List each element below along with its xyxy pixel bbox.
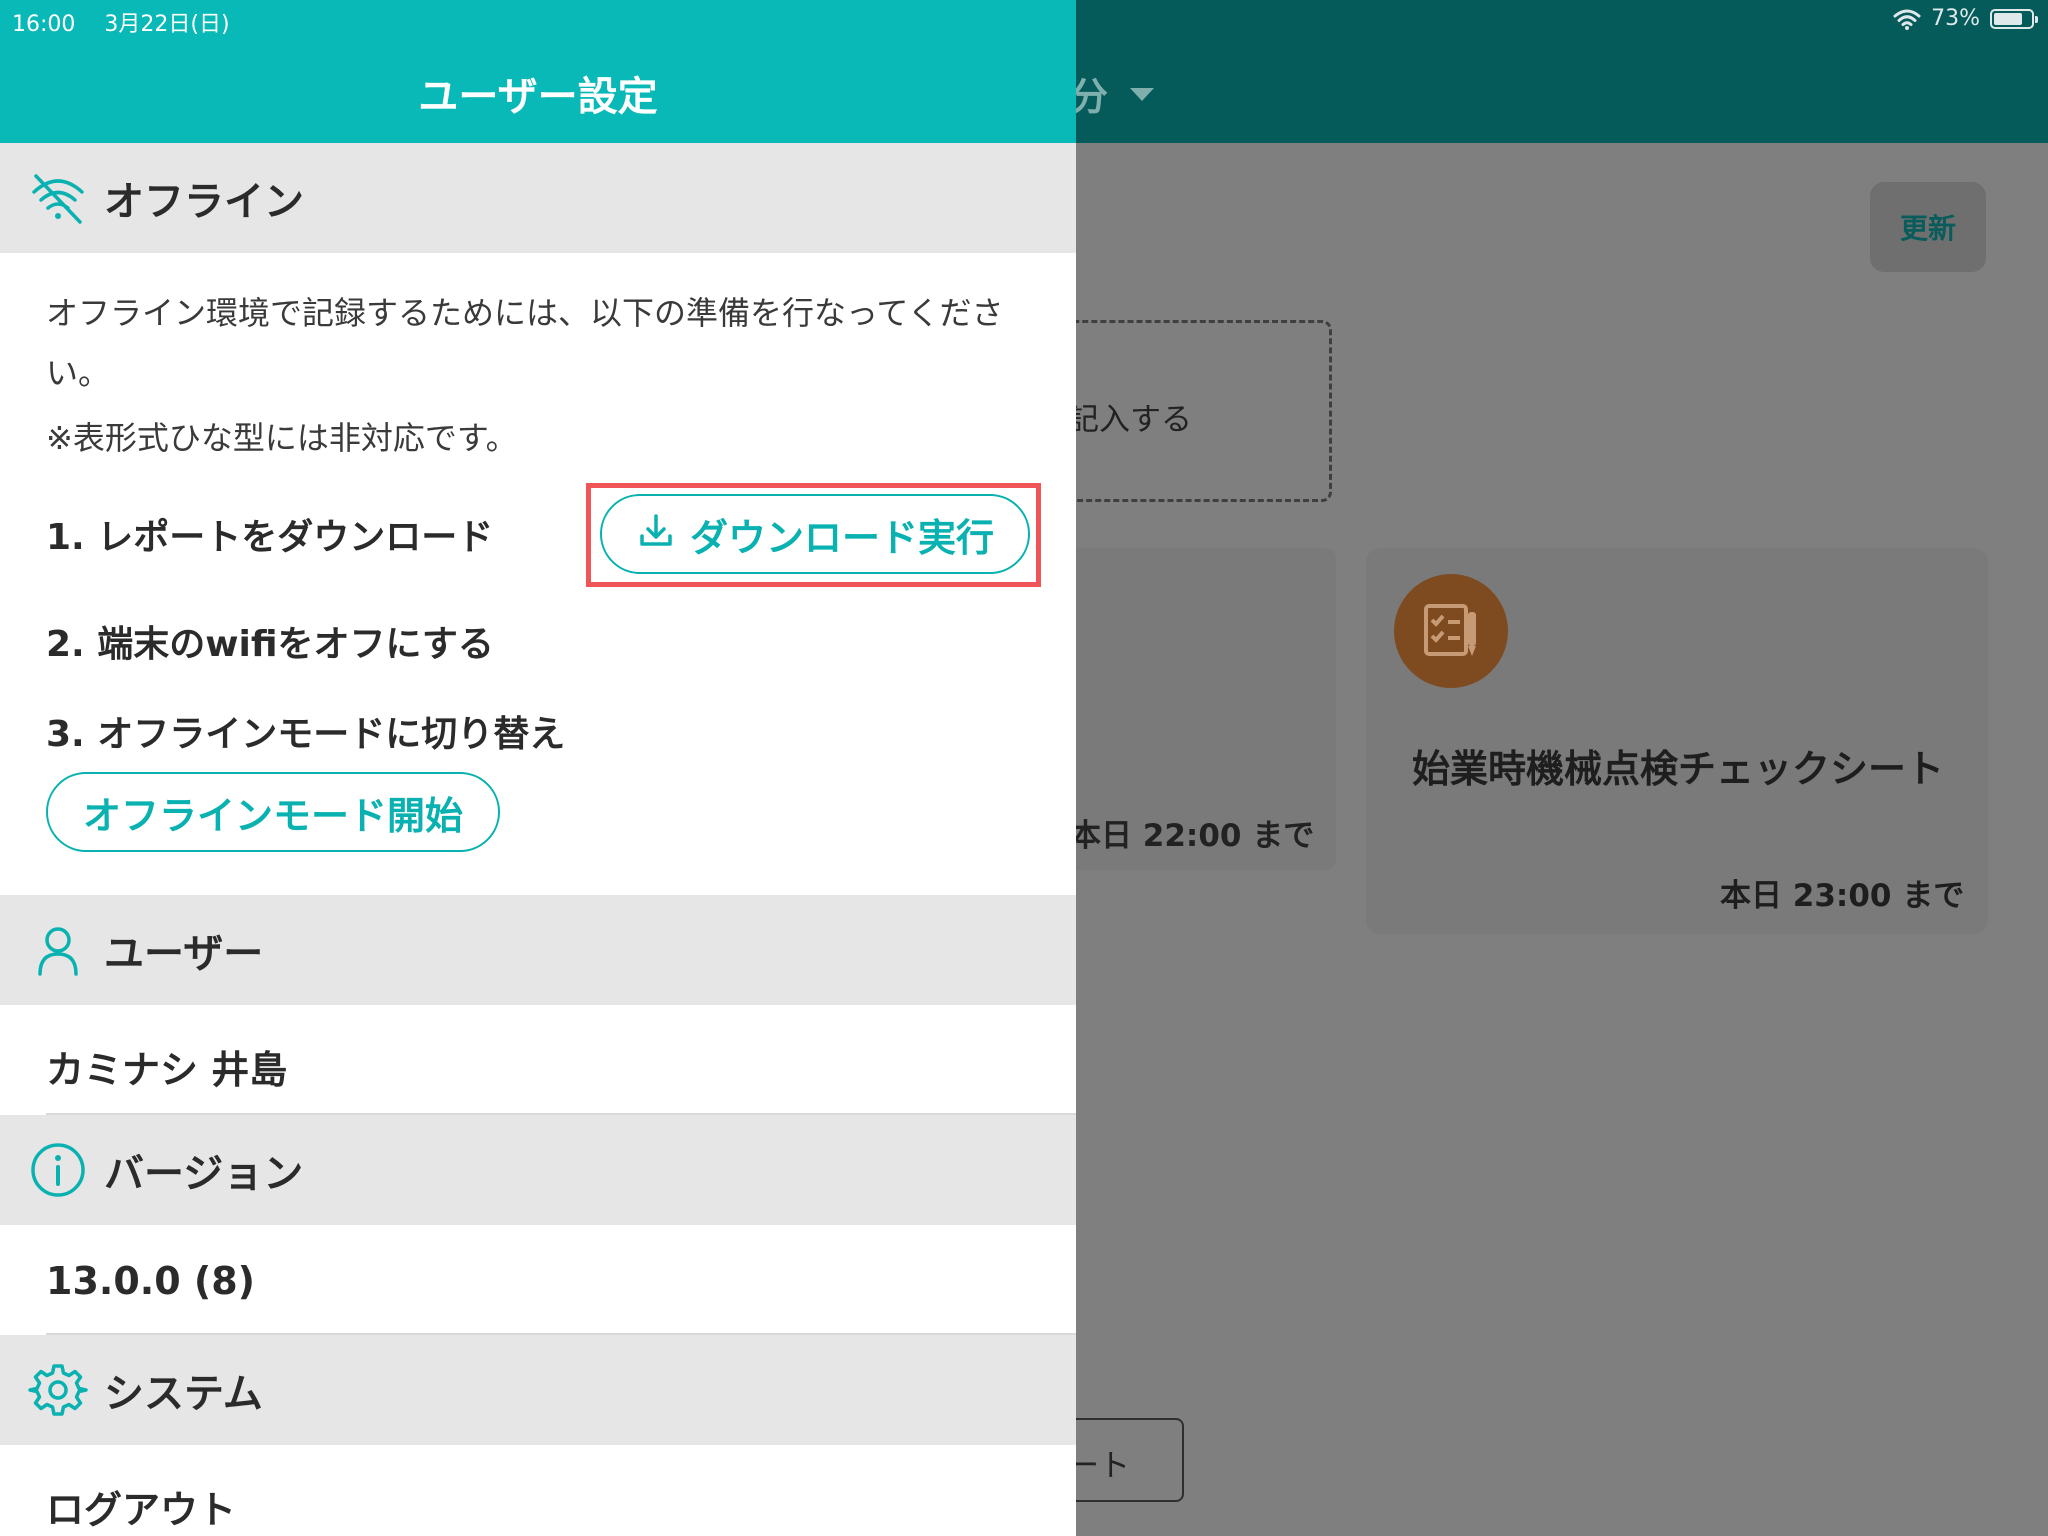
download-button-label: ダウンロード実行 (689, 515, 994, 560)
report-card-deadline: 本日 23:00 まで (1720, 878, 1965, 914)
add-report-label: 記入する (1068, 402, 1192, 438)
step-switch-offline-mode: 3. オフラインモードに切り替え (46, 714, 566, 755)
section-version: バージョン (0, 1115, 1076, 1225)
offline-note: ※表形式ひな型には非対応です。 (46, 419, 518, 457)
step-turn-off-wifi: 2. 端末のwifiをオフにする (46, 624, 494, 665)
status-date: 3月22日(日) (104, 12, 230, 37)
version-row: 13.0.0 (8) (0, 1225, 1076, 1335)
report-card-deadline: 本日 22:00 まで (1070, 818, 1315, 854)
section-title: オフライン (104, 179, 304, 225)
user-name: カミナシ 井島 (46, 1048, 288, 1092)
section-title: バージョン (104, 1151, 304, 1197)
wifi-icon (1893, 8, 1921, 30)
drawer-header: 16:00 3月22日(日) ユーザー設定 (0, 0, 1076, 143)
version-value: 13.0.0 (8) (46, 1259, 256, 1303)
update-button[interactable]: 更新 (1870, 182, 1986, 272)
status-bar-right: 73% (1893, 6, 2038, 31)
download-icon (636, 510, 676, 559)
info-icon (28, 1140, 88, 1200)
step-download-report: 1. レポートをダウンロード (46, 517, 494, 558)
status-time: 16:00 (12, 12, 76, 37)
logout-label: ログアウト (46, 1488, 237, 1532)
section-user: ユーザー (0, 895, 1076, 1005)
chevron-down-icon (1130, 88, 1154, 101)
report-list-button-label: ート (1068, 1448, 1130, 1484)
offline-mode-start-button[interactable]: オフラインモード開始 (46, 772, 500, 852)
offline-description: オフライン環境で記録するためには、以下の準備を行なってください。 (46, 294, 1004, 392)
gear-icon (28, 1360, 88, 1420)
download-button[interactable]: ダウンロード実行 (600, 494, 1030, 574)
screen: 分 73% 更新 記入する 本日 22:00 まで 始業時機械点検チェックシート… (0, 0, 2048, 1536)
page-title: ユーザー設定 (418, 74, 658, 120)
section-title: システム (104, 1371, 263, 1417)
user-icon (28, 920, 88, 980)
user-settings-drawer: 16:00 3月22日(日) ユーザー設定 オフライン オフライン環境で記録する… (0, 0, 1076, 1536)
section-title: ユーザー (104, 931, 264, 977)
checklist-icon (1394, 574, 1508, 688)
section-offline: オフライン (0, 143, 1076, 253)
battery-percentage: 73% (1931, 6, 1980, 31)
logout-button[interactable]: ログアウト (0, 1445, 1076, 1536)
status-bar-left: 16:00 3月22日(日) (12, 6, 230, 38)
user-name-row: カミナシ 井島 (0, 1005, 1076, 1115)
wifi-off-icon (28, 168, 88, 228)
section-system: システム (0, 1335, 1076, 1445)
report-card-title: 始業時機械点検チェックシート (1412, 747, 1945, 791)
battery-icon (1990, 8, 2038, 29)
